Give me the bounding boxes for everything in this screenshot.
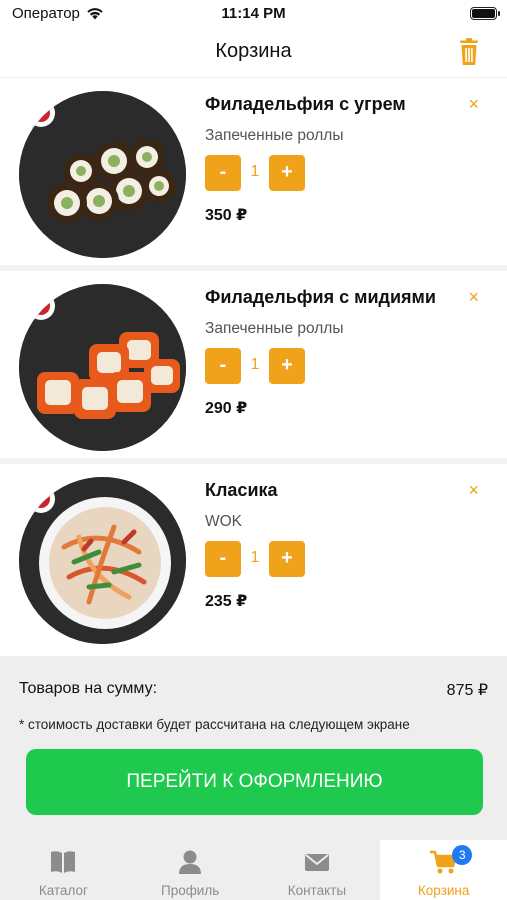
order-summary: Товаров на сумму: 875 ₽ * стоимость дост… bbox=[0, 656, 507, 840]
quantity-value: 1 bbox=[250, 163, 260, 180]
remove-item-button[interactable]: × bbox=[468, 287, 479, 308]
cart-count-badge: 3 bbox=[452, 845, 473, 865]
nav-bar: Корзина bbox=[0, 28, 507, 78]
tab-label: Профиль bbox=[160, 883, 220, 898]
cart-list: Филадельфия с угрем × Запеченные роллы -… bbox=[0, 78, 507, 657]
status-bar: Оператор 11:14 PM bbox=[0, 0, 507, 28]
product-name: Класика bbox=[205, 480, 278, 500]
cart-item: Класика × WOK - 1 + 235 ₽ bbox=[0, 464, 507, 657]
person-icon bbox=[179, 850, 202, 874]
product-image bbox=[19, 477, 186, 644]
product-price: 235 ₽ bbox=[205, 593, 248, 610]
delivery-note: * стоимость доставки будет рассчитана на… bbox=[19, 717, 410, 732]
product-category: Запеченные роллы bbox=[205, 127, 344, 144]
remove-item-button[interactable]: × bbox=[468, 480, 479, 501]
decrease-quantity-button[interactable]: - bbox=[205, 348, 241, 384]
checkout-button[interactable]: ПЕРЕЙТИ К ОФОРМЛЕНИЮ bbox=[26, 749, 483, 815]
page-title: Корзина bbox=[215, 40, 292, 62]
increase-quantity-button[interactable]: + bbox=[269, 541, 305, 577]
product-name: Филадельфия с мидиями bbox=[205, 287, 436, 307]
quantity-value: 1 bbox=[250, 549, 260, 566]
status-time: 11:14 PM bbox=[221, 5, 286, 22]
quantity-value: 1 bbox=[250, 356, 260, 373]
tab-label: Контакты bbox=[287, 883, 347, 898]
book-icon bbox=[51, 851, 76, 873]
tab-label: Каталог bbox=[38, 883, 88, 898]
envelope-icon bbox=[304, 854, 329, 871]
cart-item: Филадельфия с мидиями × Запеченные роллы… bbox=[0, 271, 507, 464]
total-label: Товаров на сумму: bbox=[19, 680, 158, 697]
total-value: 875 ₽ bbox=[446, 682, 488, 699]
product-category: Запеченные роллы bbox=[205, 320, 344, 337]
battery-icon bbox=[470, 7, 500, 20]
tab-label: Корзина bbox=[417, 883, 470, 898]
product-image bbox=[19, 91, 186, 258]
increase-quantity-button[interactable]: + bbox=[269, 155, 305, 191]
product-name: Филадельфия с угрем bbox=[205, 94, 406, 114]
tab-cart[interactable]: 3 Корзина bbox=[380, 840, 507, 900]
tab-contacts[interactable]: Контакты bbox=[254, 840, 381, 900]
product-price: 350 ₽ bbox=[205, 207, 248, 224]
remove-item-button[interactable]: × bbox=[468, 94, 479, 115]
product-price: 290 ₽ bbox=[205, 400, 248, 417]
tab-catalog[interactable]: Каталог bbox=[0, 840, 127, 900]
tab-profile[interactable]: Профиль bbox=[127, 840, 254, 900]
product-category: WOK bbox=[205, 513, 243, 530]
cart-item: Филадельфия с угрем × Запеченные роллы -… bbox=[0, 78, 507, 271]
decrease-quantity-button[interactable]: - bbox=[205, 541, 241, 577]
decrease-quantity-button[interactable]: - bbox=[205, 155, 241, 191]
increase-quantity-button[interactable]: + bbox=[269, 348, 305, 384]
product-image bbox=[19, 284, 186, 451]
trash-icon[interactable] bbox=[457, 38, 481, 66]
tab-bar: Каталог Профиль Контакты 3 Корзина bbox=[0, 840, 507, 900]
